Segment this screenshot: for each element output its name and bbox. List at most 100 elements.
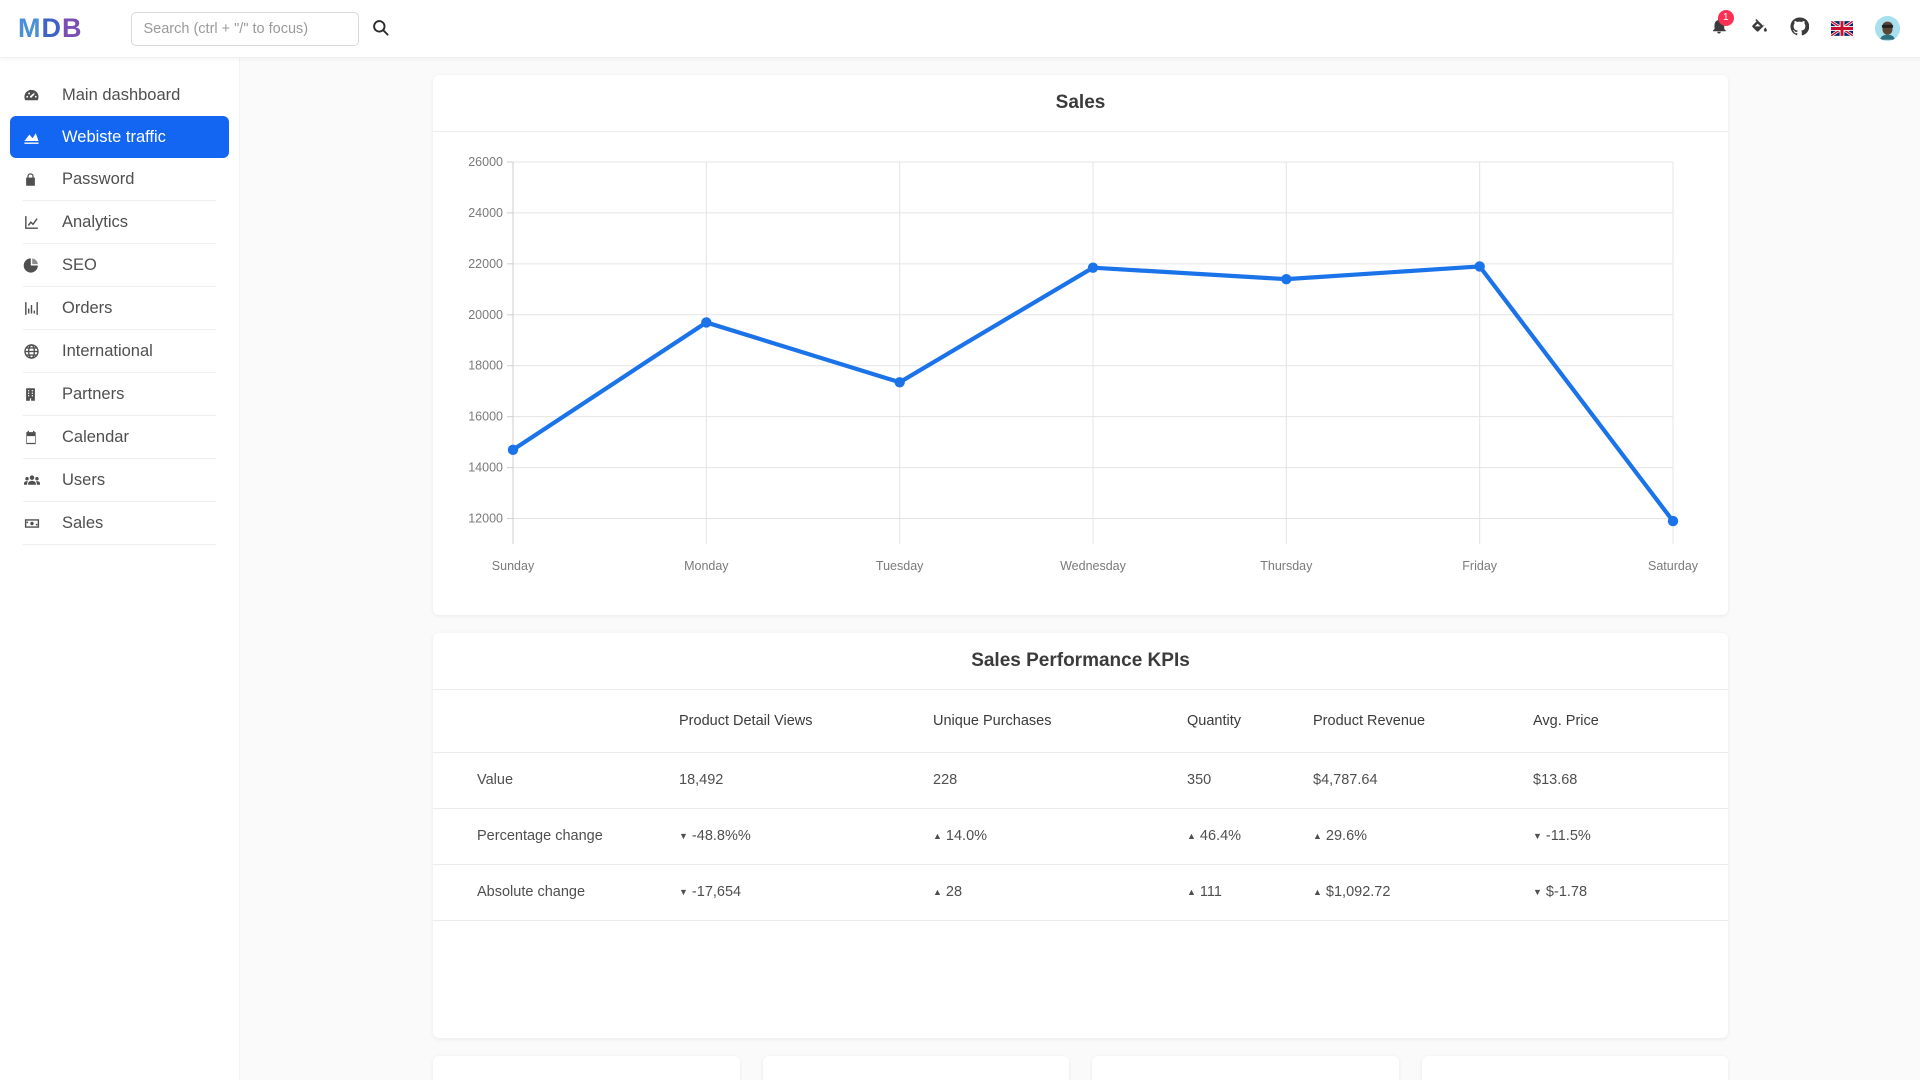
triangle-down-icon: ▼ — [1533, 831, 1542, 841]
mdb-logo[interactable]: M D B — [18, 13, 83, 44]
calendar-icon — [23, 429, 49, 446]
logo-letter-b: B — [62, 13, 83, 43]
table-cell: ▼ -11.5% — [1533, 808, 1728, 864]
table-cell: ▲ 14.0% — [933, 808, 1187, 864]
cell-value: $-1.78 — [1545, 884, 1588, 900]
triangle-up-icon: ▲ — [933, 831, 942, 841]
kpi-table-card: Sales Performance KPIs Product Detail Vi… — [433, 633, 1728, 1038]
language-selector[interactable] — [1831, 21, 1853, 36]
sales-chart-title: Sales — [433, 75, 1728, 132]
triangle-up-icon: ▲ — [1187, 831, 1196, 841]
search-input[interactable] — [130, 11, 359, 46]
triangle-down-icon: ▼ — [679, 887, 688, 897]
cell-value: $1,092.72 — [1325, 884, 1391, 900]
kpi-card-total-visits[interactable]: 423 Total Visits — [1421, 1056, 1728, 1080]
dashboard-icon — [23, 87, 49, 104]
table-row: Absolute change ▼ -17,654 ▲ 28 ▲ 111 ▲ $1,092.72… — [433, 864, 1728, 920]
cell-value: -48.8%% — [691, 828, 751, 844]
area-chart-icon — [23, 129, 49, 146]
top-navbar: M D B 1 — [0, 0, 1920, 58]
line-chart-icon — [23, 214, 49, 231]
sidebar-item-analytics[interactable]: Analytics — [10, 201, 229, 243]
svg-text:Saturday: Saturday — [1648, 559, 1699, 573]
triangle-down-icon: ▼ — [1533, 887, 1542, 897]
svg-text:26000: 26000 — [468, 155, 503, 169]
kpi-card-new-clients[interactable]: 156 New Clients — [762, 1056, 1069, 1080]
sales-line-chart-svg: 12000 14000 16000 18000 20000 22000 24000 26000… — [468, 155, 1699, 573]
notifications-button[interactable]: 1 — [1710, 10, 1734, 40]
sidebar-item-password[interactable]: Password — [10, 158, 229, 200]
search-icon — [371, 18, 390, 40]
table-row: Percentage change ▼ -48.8%% ▲ 14.0% ▲ 46.4% ▲ 29… — [433, 808, 1728, 864]
users-icon — [23, 472, 49, 489]
kpi-cards-row: 278 New Projects 156 New Clients 64.89 %… — [433, 1056, 1728, 1080]
sidebar-item-label: Calendar — [62, 427, 129, 446]
sidebar-list: Main dashboard Webiste traffic Password … — [0, 74, 239, 545]
divider — [23, 544, 216, 545]
sidebar-item-label: Password — [62, 169, 135, 188]
pie-chart-icon — [23, 257, 49, 274]
sales-chart-plot: 12000 14000 16000 18000 20000 22000 24000 26000… — [433, 132, 1728, 614]
sidebar-item-sales[interactable]: Sales — [10, 502, 229, 544]
navbar-actions: 1 — [1710, 10, 1900, 41]
sidebar-item-calendar[interactable]: Calendar — [10, 416, 229, 458]
sidebar-item-users[interactable]: Users — [10, 459, 229, 501]
sidebar-item-orders[interactable]: Orders — [10, 287, 229, 329]
sidebar-item-label: International — [62, 341, 153, 360]
money-icon — [23, 515, 49, 532]
svg-text:Tuesday: Tuesday — [876, 559, 924, 573]
sidebar-item-label: Main dashboard — [62, 85, 181, 104]
col-header-quantity: Quantity — [1187, 712, 1241, 729]
main-content: Sales 12000 14000 16000 18000 20000 22000 2400… — [240, 58, 1920, 1080]
user-menu[interactable] — [1875, 16, 1900, 41]
sidebar-item-international[interactable]: International — [10, 330, 229, 372]
table-header-row: Product Detail Views Unique Purchases Qu… — [433, 690, 1728, 752]
search-area — [130, 11, 390, 46]
svg-text:Sunday: Sunday — [492, 559, 535, 573]
sidebar-item-partners[interactable]: Partners — [10, 373, 229, 415]
sidebar-item-label: Orders — [62, 298, 113, 317]
kpi-card-bounce-rate[interactable]: 64.89 % Bounce Rate — [1092, 1056, 1399, 1080]
svg-text:12000: 12000 — [468, 512, 503, 526]
github-link[interactable] — [1790, 16, 1810, 41]
sidebar-item-label: SEO — [62, 255, 97, 274]
table-cell: ▼ -17,654 — [679, 864, 933, 920]
svg-text:24000: 24000 — [468, 206, 503, 220]
svg-text:Monday: Monday — [684, 559, 729, 573]
table-cell: ▲ 29.6% — [1313, 808, 1533, 864]
sidebar-item-main-dashboard[interactable]: Main dashboard — [10, 74, 229, 116]
table-row: Value 18,492 228 350 $4,787.64 $13.68 — [433, 752, 1728, 808]
triangle-up-icon: ▲ — [933, 887, 942, 897]
sidebar-item-label: Partners — [62, 384, 125, 403]
table-cell: ▲ 28 — [933, 864, 1187, 920]
sidebar-item-label: Users — [62, 470, 106, 489]
sidebar-item-seo[interactable]: SEO — [10, 244, 229, 286]
table-cell: 350 — [1187, 772, 1212, 788]
table-cell: ▲ 111 — [1187, 864, 1313, 920]
cell-value: 46.4% — [1199, 828, 1242, 844]
sidebar-item-webiste-traffic[interactable]: Webiste traffic — [10, 116, 229, 158]
theme-fill-button[interactable] — [1750, 17, 1768, 40]
notification-badge: 1 — [1718, 10, 1734, 26]
table-cell: ▼ -48.8%% — [679, 808, 933, 864]
kpi-table-head: Product Detail Views Unique Purchases Qu… — [433, 690, 1728, 752]
svg-text:18000: 18000 — [468, 359, 503, 373]
row-label: Absolute change — [477, 884, 586, 900]
table-cell: 228 — [933, 772, 958, 788]
cell-value: -11.5% — [1545, 828, 1591, 844]
sidebar: Main dashboard Webiste traffic Password … — [0, 58, 240, 1080]
svg-text:22000: 22000 — [468, 257, 503, 271]
sidebar-item-label: Webiste traffic — [62, 127, 166, 146]
search-button[interactable] — [371, 18, 390, 40]
kpi-table: Product Detail Views Unique Purchases Qu… — [433, 690, 1728, 921]
bar-chart-icon — [23, 300, 49, 317]
col-header-product-detail-views: Product Detail Views — [679, 712, 813, 729]
table-cell: ▼ $-1.78 — [1533, 864, 1728, 920]
sales-chart-card: Sales 12000 14000 16000 18000 20000 22000 2400… — [433, 75, 1728, 615]
triangle-up-icon: ▲ — [1187, 887, 1196, 897]
uk-flag-icon — [1831, 21, 1853, 36]
col-header-product-revenue: Product Revenue — [1313, 712, 1426, 729]
kpi-card-new-projects[interactable]: 278 New Projects — [433, 1056, 740, 1080]
kpi-table-title: Sales Performance KPIs — [433, 633, 1728, 690]
svg-text:Thursday: Thursday — [1260, 559, 1313, 573]
